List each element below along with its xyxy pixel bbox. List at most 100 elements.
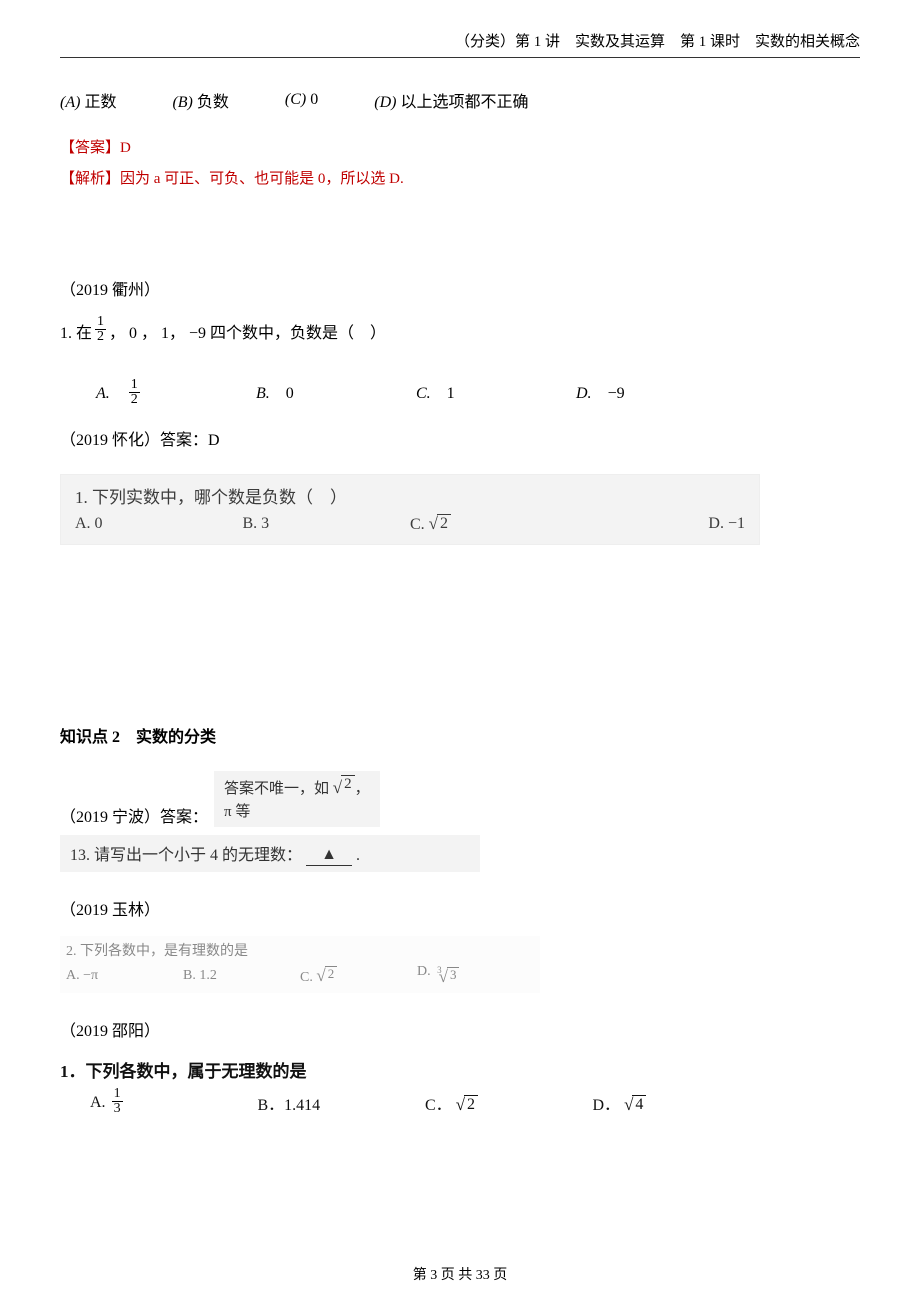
- q0-opt-c: (C) 0: [285, 91, 318, 109]
- q0-c-label: (C): [285, 91, 306, 108]
- scanA-b: B. 3: [243, 515, 411, 533]
- q1-opt-b: B. 0: [256, 385, 416, 403]
- scanC-d-rad: 3: [447, 967, 460, 982]
- q1-c-val: 1: [447, 385, 455, 403]
- q1-opt-a: A. 1 2: [96, 379, 256, 408]
- page-footer: 第 3 页 共 33 页: [0, 1264, 920, 1284]
- q0-d-text: 以上选项都不正确: [400, 94, 528, 111]
- q0-opt-d: (D) 以上选项都不正确: [374, 88, 528, 112]
- scanC-stem: 2. 下列各数中，是有理数的是: [66, 940, 534, 960]
- year-yulin: （2019 玉林）: [60, 896, 860, 920]
- scanC-d: D. 3 3: [417, 964, 534, 987]
- page-header: （分类）第 1 讲 实数及其运算 第 1 课时 实数的相关概念: [60, 30, 860, 58]
- scan-huaihua-question: 1. 下列实数中，哪个数是负数（ ） A. 0 B. 3 C. 2 D. −1: [60, 474, 760, 545]
- scanD-stem: 1．下列各数中，属于无理数的是: [60, 1057, 860, 1082]
- fill-blank: ▲: [306, 847, 352, 866]
- q0-c-text: 0: [310, 91, 318, 108]
- scanD-options: A. 1 3 B．1.414 C． 2 D． 4: [60, 1088, 760, 1117]
- q0-a-label: (A): [60, 94, 80, 111]
- q1-options: A. 1 2 B. 0 C. 1 D. −9: [96, 379, 736, 408]
- scanA-stem: 1. 下列实数中，哪个数是负数（ ）: [75, 483, 745, 508]
- scanD-d-rad: 4: [632, 1095, 646, 1114]
- scanD-a-den: 3: [112, 1102, 123, 1116]
- ningbo-label: （2019 宁波）答案：: [60, 803, 208, 827]
- scanA-d: D. −1: [578, 515, 746, 533]
- q1-mid: ， 0 ， 1， −9 四个数中，负数是（ ）: [109, 319, 386, 343]
- scanC-options: A. −π B. 1.2 C. 2 D. 3 3: [66, 964, 534, 987]
- q1-stem: 1. 在 1 2 ， 0 ， 1， −9 四个数中，负数是（ ）: [60, 316, 860, 345]
- scanC-c: C. 2: [300, 966, 417, 986]
- q0-opt-b: (B) 负数: [172, 88, 228, 112]
- document-page: （分类）第 1 讲 实数及其运算 第 1 课时 实数的相关概念 (A) 正数 (…: [0, 0, 920, 1302]
- year-shaoyang: （2019 邵阳）: [60, 1017, 860, 1041]
- scanA-c-lbl: C.: [410, 516, 425, 533]
- ningbo-answer-box: 答案不唯一，如 2， π 等: [214, 771, 380, 827]
- year-quzhou: （2019 衢州）: [60, 276, 860, 300]
- q0-d-label: (D): [374, 94, 396, 111]
- ans0-expl-title: 【解析】: [60, 171, 120, 187]
- q0-options: (A) 正数 (B) 负数 (C) 0 (D) 以上选项都不正确: [60, 88, 860, 112]
- scanC-b: B. 1.2: [183, 968, 300, 984]
- scan-ningbo-question: 13. 请写出一个小于 4 的无理数： ▲ .: [60, 835, 480, 872]
- q1-d-lbl: D.: [576, 385, 592, 403]
- sqrt-icon: 4: [624, 1095, 646, 1115]
- scanA-options: A. 0 B. 3 C. 2 D. −1: [75, 514, 745, 534]
- explanation: 【解析】因为 a 可正、可负、也可能是 0，所以选 D.: [60, 167, 860, 188]
- ningbo-line1: 答案不唯一，如: [224, 781, 329, 797]
- sqrt-icon: 2: [333, 775, 355, 801]
- q1-frac-num: 1: [95, 315, 106, 330]
- q1-opt-c: C. 1: [416, 385, 576, 403]
- scanC-c-rad: 2: [325, 966, 338, 981]
- scanD-a: A. 1 3: [60, 1088, 258, 1117]
- scanA-a: A. 0: [75, 515, 243, 533]
- scanD-b: B．1.414: [258, 1091, 426, 1115]
- q1-opt-d: D. −9: [576, 385, 736, 403]
- q1-d-val: −9: [608, 385, 625, 403]
- scanD-a-num: 1: [112, 1087, 123, 1102]
- cbrt-index: 3: [437, 965, 442, 975]
- triangle-icon: ▲: [321, 846, 337, 863]
- q1-prefix: 1. 在: [60, 319, 92, 343]
- ningbo-answer: （2019 宁波）答案： 答案不唯一，如 2， π 等: [60, 771, 860, 827]
- ningbo-line2: π 等: [224, 801, 370, 824]
- scanD-a-lbl: A.: [90, 1094, 106, 1112]
- q1-a-lbl: A.: [96, 385, 110, 403]
- scanA-c-rad: 2: [437, 514, 451, 533]
- ningbo-rad: 2: [341, 775, 355, 793]
- scanD-c-rad: 2: [464, 1095, 478, 1114]
- q0-a-text: 正数: [84, 94, 116, 111]
- scanD-d-lbl: D．: [593, 1097, 621, 1114]
- q0-b-text: 负数: [197, 94, 229, 111]
- q1-a-frac: 1 2: [129, 378, 140, 407]
- cbrt-icon: 3 3: [434, 967, 459, 987]
- q0-b-label: (B): [172, 94, 192, 111]
- q1-b-val: 0: [286, 385, 294, 403]
- scan-yulin-question: 2. 下列各数中，是有理数的是 A. −π B. 1.2 C. 2 D. 3 3: [60, 936, 540, 993]
- scanC-c-lbl: C.: [300, 970, 313, 985]
- q1-c-lbl: C.: [416, 385, 431, 403]
- scanD-c: C． 2: [425, 1091, 593, 1115]
- q0-opt-a: (A) 正数: [60, 88, 116, 112]
- scan-shaoyang-question: 1．下列各数中，属于无理数的是 A. 1 3 B．1.414 C． 2 D． 4: [60, 1057, 860, 1121]
- q1-frac-den: 2: [95, 330, 106, 344]
- sqrt-icon: 2: [429, 514, 451, 534]
- scanD-c-lbl: C．: [425, 1097, 452, 1114]
- ans0-expl-text: 因为 a 可正、可负、也可能是 0，所以选 D.: [120, 171, 404, 187]
- answer-label: 【答案】D: [60, 136, 860, 157]
- ans0-title: 【答案】: [60, 140, 120, 156]
- sqrt-icon: 2: [456, 1095, 478, 1115]
- ningbo-tail: ，: [355, 781, 370, 797]
- scanC-a: A. −π: [66, 968, 183, 984]
- q1-a-num: 1: [129, 378, 140, 393]
- scanC-d-lbl: D.: [417, 964, 431, 979]
- answer-huaihua: （2019 怀化）答案：D: [60, 426, 860, 450]
- q1-b-lbl: B.: [256, 385, 270, 403]
- scanB-pre: 13. 请写出一个小于 4 的无理数：: [70, 847, 302, 864]
- scanB-tail: .: [356, 847, 360, 864]
- scanD-d: D． 4: [593, 1091, 761, 1115]
- section-2-title: 知识点 2 实数的分类: [60, 723, 860, 747]
- sqrt-icon: 2: [316, 966, 337, 986]
- q1-a-den: 2: [129, 393, 140, 407]
- scanD-a-frac: 1 3: [112, 1087, 123, 1116]
- ans0-value: D: [120, 140, 131, 156]
